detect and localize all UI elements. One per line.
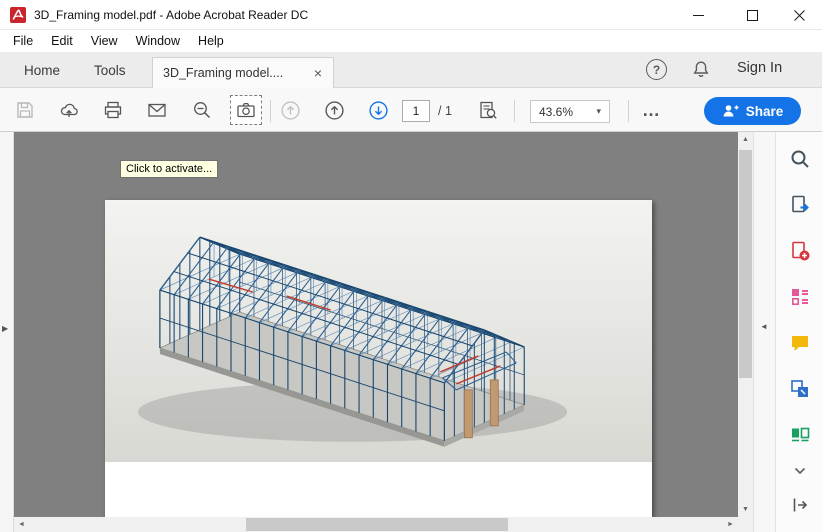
left-pane-strip: ▶ (0, 132, 14, 532)
more-tools-button[interactable]: … (638, 98, 664, 122)
scrollbar-corner (738, 517, 753, 532)
zoom-out-icon (192, 100, 212, 120)
share-label: Share (746, 104, 784, 119)
combine-files-tool-button[interactable] (783, 372, 817, 406)
help-button[interactable]: ? (646, 59, 667, 80)
expand-left-pane-button[interactable]: ▶ (2, 324, 8, 333)
tab-document-label: 3D_Framing model.... (163, 66, 311, 80)
tab-home[interactable]: Home (6, 52, 78, 88)
vertical-scroll-thumb[interactable] (739, 150, 752, 378)
pdf-page[interactable] (105, 200, 652, 517)
acrobat-window: 3D_Framing model.pdf - Adobe Acrobat Rea… (0, 0, 822, 532)
scroll-up-arrow[interactable]: ▲ (738, 132, 753, 147)
tab-close-icon[interactable]: × (311, 65, 325, 81)
toolbar-separator (270, 100, 271, 122)
cloud-upload-icon (59, 100, 79, 120)
combine-files-icon (789, 378, 811, 400)
save-button[interactable] (11, 96, 39, 124)
snapshot-camera-icon (236, 100, 256, 120)
sign-in-button[interactable]: Sign In (737, 60, 782, 76)
titlebar: 3D_Framing model.pdf - Adobe Acrobat Rea… (0, 0, 822, 30)
vertical-scrollbar[interactable]: ▲ ▼ (738, 132, 753, 517)
create-pdf-tool-button[interactable] (783, 234, 817, 268)
edit-pdf-icon (789, 286, 811, 308)
snapshot-tool-button[interactable] (230, 95, 262, 125)
search-icon (789, 148, 811, 170)
document-area: Click to activate... (14, 132, 738, 532)
previous-view-button[interactable] (276, 96, 304, 124)
edit-pdf-tool-button[interactable] (783, 280, 817, 314)
menu-edit[interactable]: Edit (42, 32, 82, 50)
menu-view[interactable]: View (82, 32, 127, 50)
maximize-icon (747, 10, 758, 21)
share-person-icon (722, 103, 739, 119)
chevron-down-icon (791, 462, 809, 480)
tools-sidebar (775, 132, 822, 532)
framing-model (105, 200, 652, 462)
minimize-icon (693, 10, 704, 21)
zoom-caret-icon: ▾ (596, 106, 601, 117)
toolbar-separator (514, 100, 515, 122)
notifications-button[interactable] (690, 59, 712, 81)
model-backdrop (105, 200, 652, 462)
save-icon (15, 100, 35, 120)
menu-window[interactable]: Window (127, 32, 189, 50)
organize-pages-tool-button[interactable] (783, 418, 817, 452)
page-total-label: / 1 (438, 104, 452, 118)
horizontal-scroll-thumb[interactable] (246, 518, 508, 531)
close-icon (794, 10, 805, 21)
toolbar-separator (628, 100, 629, 122)
right-pane-strip: ◄ (753, 132, 775, 532)
printer-icon (103, 100, 123, 120)
create-pdf-icon (789, 240, 811, 262)
page-down-button[interactable] (364, 96, 392, 124)
arrow-up-circle-icon (324, 100, 345, 121)
window-title: 3D_Framing model.pdf - Adobe Acrobat Rea… (34, 0, 308, 30)
more-tools-chevron-button[interactable] (783, 458, 817, 484)
search-tool-button[interactable] (783, 142, 817, 176)
scroll-down-arrow[interactable]: ▼ (738, 502, 753, 517)
bell-icon (690, 59, 712, 81)
comment-tool-button[interactable] (783, 326, 817, 360)
minimize-button[interactable] (675, 0, 721, 30)
menubar: File Edit View Window Help (0, 30, 822, 52)
open-tools-pane-button[interactable] (783, 488, 817, 522)
zoom-level-value: 43.6% (539, 105, 596, 119)
find-page-icon (478, 100, 498, 120)
page-number-input[interactable] (402, 100, 430, 122)
export-pdf-icon (789, 194, 811, 216)
tab-tools[interactable]: Tools (76, 52, 144, 88)
collapse-right-pane-button[interactable]: ◄ (760, 322, 768, 331)
find-button[interactable] (474, 96, 502, 124)
horizontal-scrollbar[interactable]: ◄ ► (14, 517, 738, 532)
comment-icon (789, 332, 811, 354)
zoom-level-select[interactable]: 43.6% ▾ (530, 100, 610, 123)
zoom-out-button[interactable] (188, 96, 216, 124)
page-up-button[interactable] (320, 96, 348, 124)
envelope-icon (147, 100, 167, 120)
export-pdf-tool-button[interactable] (783, 188, 817, 222)
previous-view-icon (280, 100, 301, 121)
menu-help[interactable]: Help (189, 32, 233, 50)
acrobat-logo-icon (10, 7, 26, 23)
maximize-button[interactable] (729, 0, 775, 30)
open-pane-arrow-icon (790, 495, 810, 515)
scroll-right-arrow[interactable]: ► (723, 517, 738, 532)
share-button[interactable]: Share (704, 97, 801, 125)
menu-file[interactable]: File (4, 32, 42, 50)
tooltip: Click to activate... (120, 160, 218, 178)
help-icon: ? (653, 63, 660, 77)
arrow-down-circle-icon (368, 100, 389, 121)
save-to-cloud-button[interactable] (55, 96, 83, 124)
close-button[interactable] (776, 0, 822, 30)
organize-pages-icon (789, 424, 811, 446)
scroll-left-arrow[interactable]: ◄ (14, 517, 29, 532)
tab-document[interactable]: 3D_Framing model.... × (152, 57, 334, 88)
print-button[interactable] (99, 96, 127, 124)
email-button[interactable] (143, 96, 171, 124)
